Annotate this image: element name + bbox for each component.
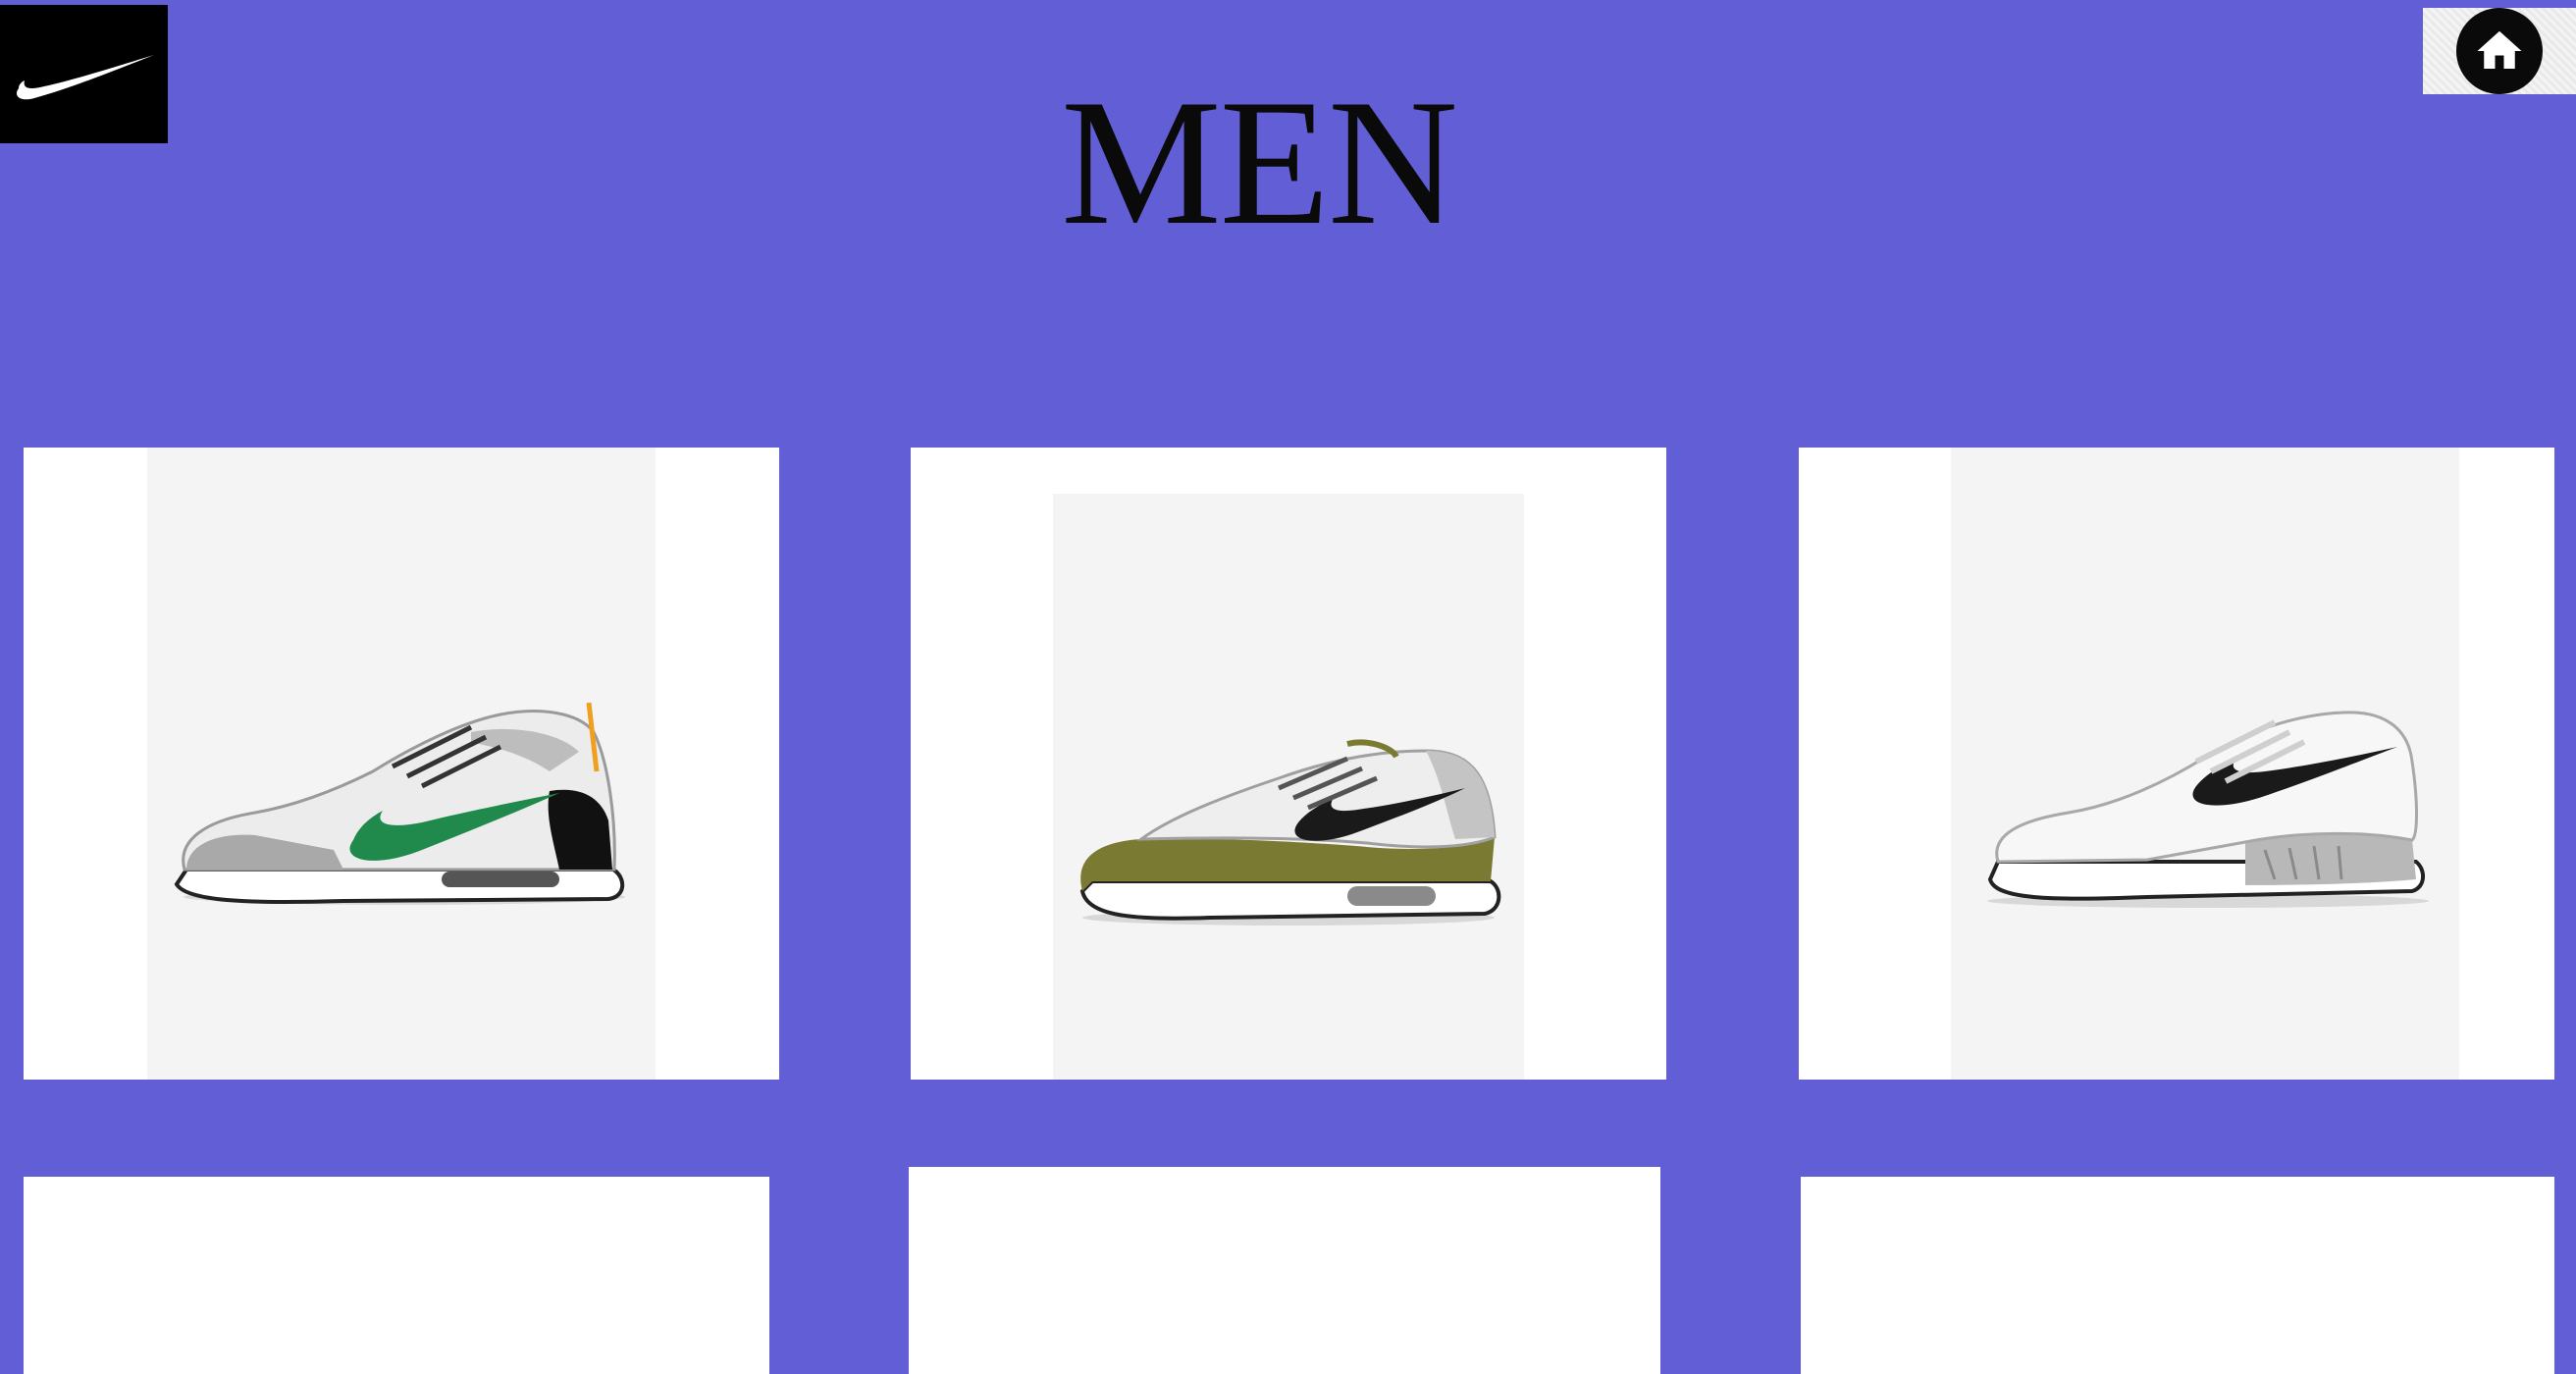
- product-card[interactable]: [909, 1167, 1660, 1374]
- product-card[interactable]: [1799, 448, 2554, 1080]
- shoe-white-grey-green-swoosh: [174, 702, 625, 905]
- page-title: MEN: [1061, 62, 1458, 262]
- product-image: [147, 448, 656, 1080]
- shoe-white-olive-black-swoosh: [1079, 739, 1501, 925]
- product-card[interactable]: [1801, 1177, 2554, 1374]
- product-card[interactable]: [24, 1177, 769, 1374]
- product-image: [1951, 448, 2459, 1080]
- shoe-all-white-black-swoosh: [1987, 711, 2429, 908]
- product-card[interactable]: [24, 448, 779, 1080]
- product-image: [1053, 494, 1524, 1080]
- product-card[interactable]: [911, 448, 1666, 1080]
